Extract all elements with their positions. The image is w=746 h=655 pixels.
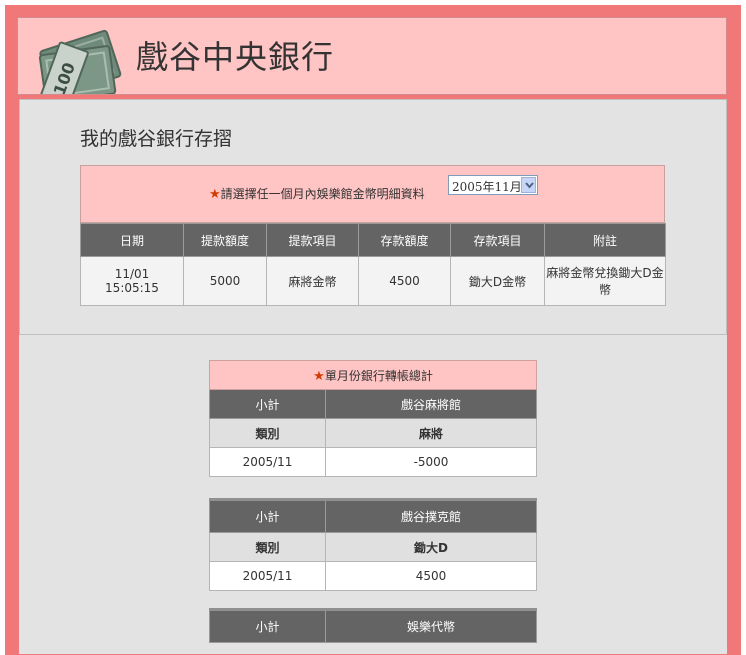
category-label: 類別 — [209, 418, 326, 448]
month-selector-label: ★請選擇任一個月內娛樂館金幣明細資料 — [209, 187, 425, 202]
deposit-amount-cell: 4500 — [358, 256, 451, 306]
money-bills-logo: 100 — [38, 29, 122, 94]
column-header: 附註 — [544, 223, 666, 257]
column-header: 存款額度 — [358, 223, 451, 257]
withdraw-amount-cell: 5000 — [183, 256, 267, 306]
hall-name: 戲谷撲克館 — [325, 498, 537, 533]
column-header: 提款項目 — [266, 223, 359, 257]
star-icon: ★ — [209, 187, 221, 202]
page-title: 我的戲谷銀行存摺 — [80, 128, 233, 150]
summary-head-row: 小計 娛樂代幣 — [209, 608, 537, 643]
summary-category-row: 類別 鋤大D — [209, 532, 537, 562]
table-header-row: 日期 提款額度 提款項目 存款額度 存款項目 附註 — [80, 223, 666, 257]
deposit-item-cell: 鋤大D金幣 — [450, 256, 545, 306]
transaction-table: 日期 提款額度 提款項目 存款額度 存款項目 附註 11/01 15:05:15… — [80, 223, 666, 306]
month-value: 2005/11 — [209, 447, 326, 477]
category-label: 類別 — [209, 532, 326, 562]
note-cell: 麻將金幣兌換鋤大D金幣 — [544, 256, 666, 306]
month-select-value: 2005年11月 — [452, 180, 522, 194]
summary-table-mahjong: ★單月份銀行轉帳總計 小計 戲谷麻將館 類別 麻將 2005/11 -5000 — [208, 360, 538, 477]
summary-head-row: 小計 戲谷麻將館 — [209, 389, 538, 419]
category-name: 鋤大D — [325, 532, 537, 562]
column-header: 存款項目 — [450, 223, 545, 257]
summary-value-row: 2005/11 4500 — [209, 561, 537, 591]
chevron-down-icon[interactable] — [521, 177, 536, 193]
withdraw-item-cell: 麻將金幣 — [266, 256, 359, 306]
date-cell: 11/01 15:05:15 — [80, 256, 184, 306]
total-value: 4500 — [325, 561, 537, 591]
summary-category-row: 類別 麻將 — [209, 418, 538, 448]
column-header: 日期 — [80, 223, 184, 257]
summary-title: ★單月份銀行轉帳總計 — [208, 360, 538, 390]
subtotal-label: 小計 — [209, 498, 326, 533]
month-value: 2005/11 — [209, 561, 326, 591]
category-name: 麻將 — [324, 418, 538, 448]
month-selector-bar: ★請選擇任一個月內娛樂館金幣明細資料 2005年11月 — [80, 165, 665, 223]
summary-table-poker: 小計 戲谷撲克館 類別 鋤大D 2005/11 4500 — [209, 498, 537, 591]
site-header: 100 戲谷中央銀行 — [17, 17, 727, 95]
table-row: 11/01 15:05:15 5000 麻將金幣 4500 鋤大D金幣 麻將金幣… — [80, 256, 666, 306]
summary-head-row: 小計 戲谷撲克館 — [209, 498, 537, 533]
hall-name: 娛樂代幣 — [325, 608, 537, 643]
column-header: 提款額度 — [183, 223, 267, 257]
site-title: 戲谷中央銀行 — [136, 38, 335, 76]
summary-table-tokens: 小計 娛樂代幣 — [209, 608, 537, 643]
star-icon: ★ — [313, 368, 325, 384]
summary-value-row: 2005/11 -5000 — [209, 447, 538, 477]
hall-name: 戲谷麻將館 — [324, 389, 538, 419]
month-select[interactable]: 2005年11月 — [448, 175, 538, 195]
total-value: -5000 — [324, 447, 538, 477]
subtotal-label: 小計 — [209, 389, 326, 419]
summary-title-row: ★單月份銀行轉帳總計 — [208, 360, 538, 390]
subtotal-label: 小計 — [209, 608, 326, 643]
